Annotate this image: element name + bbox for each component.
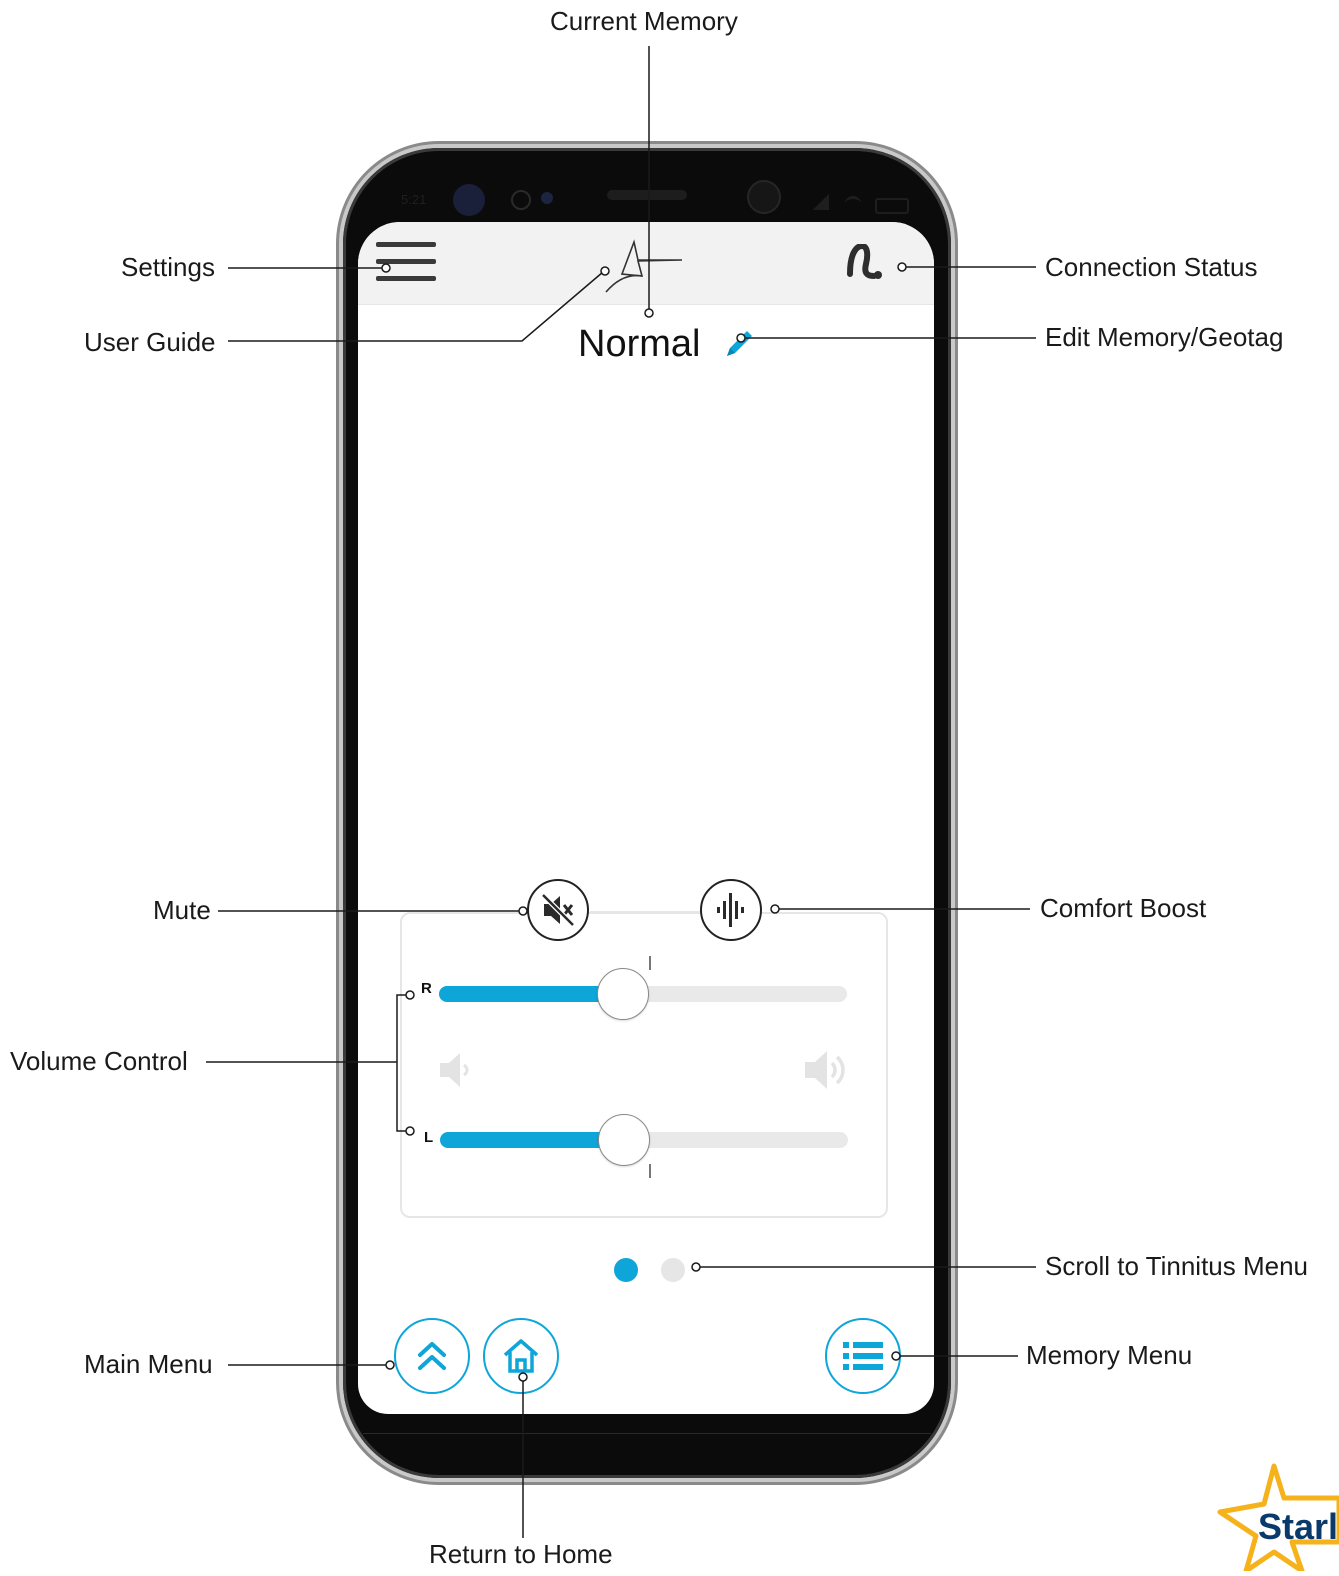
memory-menu-button[interactable] [825, 1318, 901, 1394]
current-memory-title: Normal [578, 323, 701, 365]
volume-down-speaker-icon[interactable] [438, 1050, 472, 1090]
left-ear-label: L [424, 1129, 434, 1146]
front-sensor [453, 184, 485, 216]
callout-current-memory: Current Memory [550, 6, 738, 36]
right-ear-label: R [421, 980, 432, 997]
left-volume-thumb[interactable] [598, 1114, 650, 1166]
front-sensor-dot [541, 192, 553, 204]
callout-connection-status: Connection Status [1045, 252, 1258, 282]
double-chevron-up-icon [418, 1342, 446, 1370]
volume-control-panel: R L [400, 912, 888, 1218]
callout-user-guide: User Guide [84, 327, 216, 357]
wifi-icon [845, 196, 861, 211]
home-button[interactable] [483, 1318, 559, 1394]
front-camera [747, 180, 781, 214]
left-center-tick [649, 1164, 651, 1178]
list-icon [843, 1342, 883, 1370]
earpiece-speaker [607, 190, 687, 200]
callout-comfort-boost: Comfort Boost [1040, 893, 1207, 923]
volume-up-speaker-icon[interactable] [803, 1048, 849, 1092]
sound-wave-icon [717, 893, 744, 927]
callout-main-menu: Main Menu [84, 1349, 213, 1379]
right-volume-thumb[interactable] [597, 968, 649, 1020]
home-icon [503, 1339, 539, 1373]
signal-icon [813, 194, 829, 210]
battery-icon [875, 198, 909, 214]
callout-return-home: Return to Home [429, 1539, 613, 1569]
user-guide-star-icon[interactable] [598, 234, 688, 294]
callout-mute: Mute [153, 895, 211, 925]
page-dot-tinnitus[interactable] [661, 1258, 685, 1282]
edit-pencil-icon[interactable] [721, 326, 757, 362]
app-header [358, 222, 934, 305]
app-screen: Normal R L [358, 222, 934, 1414]
connection-hearing-aid-icon[interactable] [846, 244, 890, 280]
right-volume-fill [439, 986, 623, 1002]
callout-edit-memory: Edit Memory/Geotag [1045, 322, 1284, 352]
comfort-boost-button[interactable] [700, 879, 762, 941]
callout-settings: Settings [121, 252, 215, 282]
callout-volume-control: Volume Control [10, 1046, 188, 1076]
main-menu-button[interactable] [394, 1318, 470, 1394]
brand-logo: Starl [1212, 1462, 1339, 1574]
bottom-bezel-line [363, 1433, 931, 1434]
mute-button[interactable] [527, 879, 589, 941]
status-time: 5:21 [401, 192, 427, 207]
settings-hamburger-icon[interactable] [376, 242, 436, 282]
left-volume-fill [440, 1132, 624, 1148]
brand-logo-text: Starl [1258, 1506, 1339, 1547]
callout-memory-menu: Memory Menu [1026, 1340, 1193, 1370]
callout-scroll-tinnitus: Scroll to Tinnitus Menu [1045, 1251, 1309, 1281]
right-center-tick [649, 956, 651, 970]
speaker-mute-icon [541, 893, 575, 927]
page-dot-volume[interactable] [614, 1258, 638, 1282]
front-sensor-small [511, 190, 531, 210]
